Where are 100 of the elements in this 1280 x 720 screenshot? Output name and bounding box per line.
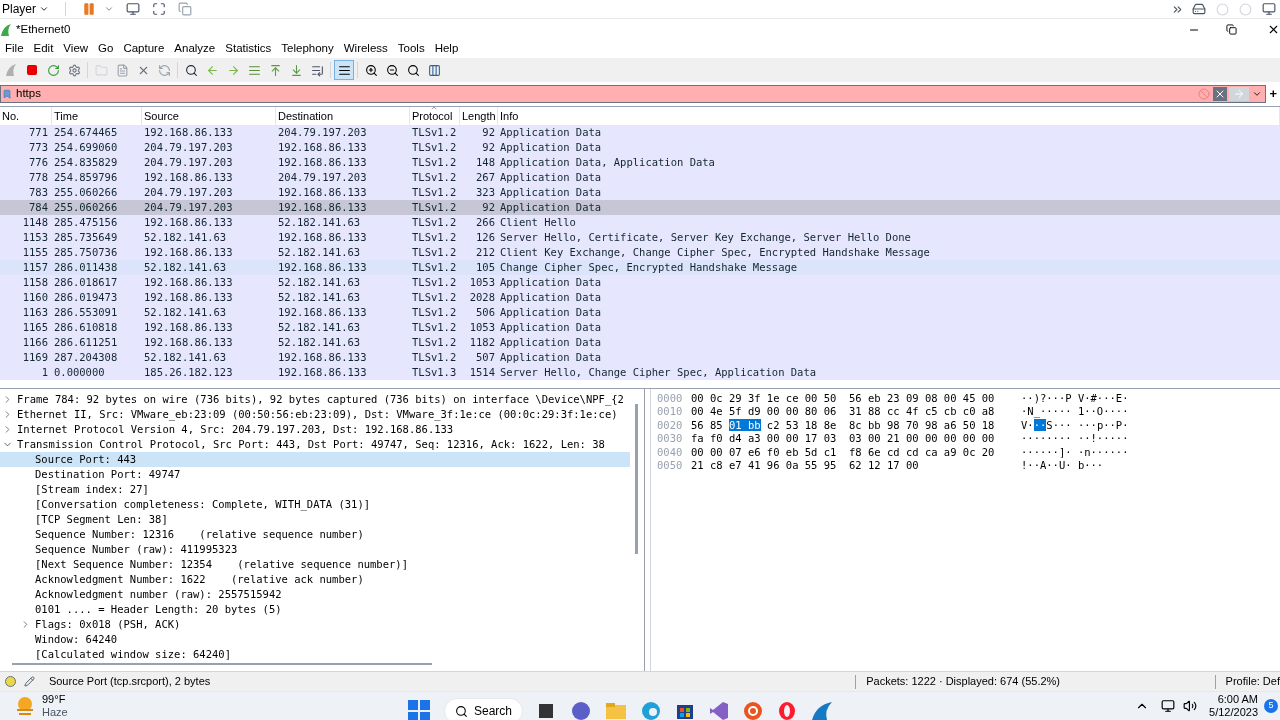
tree-item[interactable]: Acknowledgment number (raw): 2557515942 bbox=[0, 587, 630, 602]
packet-row[interactable]: 1 0.000000 185.26.182.123 192.168.86.133 TLSv1.3 1514 Server Hello, Change Cipher Spec, Application Data bbox=[0, 365, 1280, 380]
table-cell-text: TLSv1.3 bbox=[411, 364, 458, 380]
packet-row[interactable]: 1157 286.011438 52.182.141.63 192.168.86.133 TLSv1.2 105 Change Cipher Spec, Encrypted Handshake Message bbox=[0, 260, 1280, 275]
tree-item[interactable]: 0101 .... = Header Length: 20 bytes (5) bbox=[0, 602, 630, 617]
start-icon[interactable] bbox=[408, 700, 430, 720]
tree-item[interactable]: Ethernet II, Src: VMware_eb:23:09 (00:50:56:eb:23:09), Dst: VMware_3f:1e:ce (00:0c:29:3f:1e:ce) bbox=[0, 407, 630, 422]
colorize-icon[interactable] bbox=[334, 60, 354, 80]
tree-item[interactable]: [Stream index: 27] bbox=[0, 482, 630, 497]
tree-item[interactable]: Sequence Number (raw): 411995323 bbox=[0, 542, 630, 557]
ubuntu-icon[interactable] bbox=[743, 701, 764, 720]
menu-item[interactable]: View bbox=[58, 40, 94, 58]
menu-item[interactable]: Tools bbox=[392, 40, 430, 58]
tree-item[interactable]: Transmission Control Protocol, Src Port: 443, Dst Port: 49747, Seq: 12316, Ack: 1622, Len: 38 bbox=[0, 437, 630, 452]
packet-row[interactable]: 783 255.060266 204.79.197.203 192.168.86.133 TLSv1.2 323 Application Data bbox=[0, 185, 1280, 200]
tree-item[interactable]: Frame 784: 92 bytes on wire (736 bits), 92 bytes captured (736 bits) on interface \Device\NPF_{2 bbox=[0, 392, 630, 407]
close-icon[interactable] bbox=[1267, 23, 1280, 36]
menu-item[interactable]: Telephony bbox=[276, 40, 339, 58]
bookmark-icon[interactable] bbox=[2, 88, 12, 100]
tree-item[interactable]: [Conversation completeness: Complete, WITH_DATA (31)] bbox=[0, 497, 630, 512]
tree-item[interactable]: Sequence Number: 12316 (relative sequence number) bbox=[0, 527, 630, 542]
opera-icon[interactable] bbox=[777, 701, 798, 720]
chat-icon[interactable] bbox=[571, 701, 592, 720]
packet-row[interactable]: 1148 285.475156 192.168.86.133 52.182.141.63 TLSv1.2 266 Client Hello bbox=[0, 215, 1280, 230]
table-cell-text: Server Hello, Change Cipher Spec, Application Data bbox=[499, 364, 818, 380]
table-cell-text: 267 bbox=[475, 169, 496, 185]
tree-item[interactable]: Internet Protocol Version 4, Src: 204.79.197.203, Dst: 192.168.86.133 bbox=[0, 422, 630, 437]
hex-bytes: 00 4e 5f d9 00 00 80 06 31 88 cc 4f c5 cb c0 a8 bbox=[691, 404, 996, 420]
packet-row[interactable]: 771 254.674465 192.168.86.133 204.79.197.203 TLSv1.2 92 Application Data bbox=[0, 125, 1280, 140]
packet-row[interactable]: 1169 287.204308 52.182.141.63 192.168.86.133 TLSv1.2 507 Application Data bbox=[0, 350, 1280, 365]
shark-fin-icon[interactable] bbox=[811, 701, 834, 720]
packet-row[interactable]: 1165 286.610818 192.168.86.133 52.182.141.63 TLSv1.2 1053 Application Data bbox=[0, 320, 1280, 335]
tree-item[interactable]: [Next Sequence Number: 12354 (relative sequence number)] bbox=[0, 557, 630, 572]
notification-badge[interactable]: 5 bbox=[1264, 699, 1278, 713]
table-cell-text: 105 bbox=[475, 259, 496, 275]
packet-row[interactable]: 1153 285.735649 52.182.141.63 192.168.86.133 TLSv1.2 126 Server Hello, Certificate, Server Key Exchange, Server Hello Done bbox=[0, 230, 1280, 245]
network-icon[interactable] bbox=[1161, 699, 1176, 713]
table-cell-text: 1153 bbox=[21, 229, 49, 245]
dropdown-icon[interactable] bbox=[1252, 89, 1263, 99]
restore-icon[interactable] bbox=[1226, 24, 1237, 35]
temperature: 99°F bbox=[42, 693, 67, 706]
tree-item[interactable]: [Calculated window size: 64240] bbox=[0, 647, 630, 662]
fullscreen-icon[interactable] bbox=[152, 2, 166, 16]
speaker-icon[interactable] bbox=[1183, 699, 1198, 713]
table-cell-text: 285.735649 bbox=[53, 229, 119, 245]
table-cell-text: TLSv1.2 bbox=[411, 184, 458, 200]
table-cell-text: 192.168.86.133 bbox=[143, 124, 234, 140]
menu-item[interactable]: Edit bbox=[28, 40, 59, 58]
table-cell-text: 255.060266 bbox=[53, 199, 119, 215]
menu-item[interactable]: File bbox=[0, 40, 29, 58]
menu-item[interactable]: Wireless bbox=[338, 40, 393, 58]
scrollbar[interactable] bbox=[12, 663, 432, 665]
ascii-bytes: !··A··U· b··· bbox=[1021, 458, 1104, 474]
browser-icon[interactable] bbox=[641, 701, 662, 720]
offset: 0010 bbox=[656, 404, 684, 420]
menu-item[interactable]: Analyze bbox=[169, 40, 221, 58]
menu-item[interactable]: Go bbox=[93, 40, 119, 58]
packet-row[interactable]: 1160 286.019473 192.168.86.133 52.182.141.63 TLSv1.2 2028 Application Data bbox=[0, 290, 1280, 305]
caret-icon[interactable] bbox=[104, 4, 114, 14]
tree-item[interactable]: Window: 64240 bbox=[0, 632, 630, 647]
packet-row[interactable]: 1166 286.611251 192.168.86.133 52.182.141.63 TLSv1.2 1182 Application Data bbox=[0, 335, 1280, 350]
folder-icon[interactable] bbox=[605, 702, 628, 720]
packet-row[interactable]: 1155 285.750736 192.168.86.133 52.182.141.63 TLSv1.2 212 Client Key Exchange, Change Cipher Spec, Encrypted Handshake Message bbox=[0, 245, 1280, 260]
packet-row[interactable]: 1158 286.018617 192.168.86.133 52.182.141.63 TLSv1.2 1053 Application Data bbox=[0, 275, 1280, 290]
packet-row[interactable]: 778 254.859796 192.168.86.133 204.79.197.203 TLSv1.2 267 Application Data bbox=[0, 170, 1280, 185]
add-button[interactable]: + bbox=[1266, 84, 1280, 104]
tree-item[interactable]: [TCP Segment Len: 38] bbox=[0, 512, 630, 527]
tree-item[interactable]: Destination Port: 49747 bbox=[0, 467, 630, 482]
table-cell-text: 776 bbox=[28, 154, 49, 170]
packet-row[interactable]: 776 254.835829 204.79.197.203 192.168.86.133 TLSv1.2 148 Application Data, Application Data bbox=[0, 155, 1280, 170]
packet-row[interactable]: 773 254.699060 204.79.197.203 192.168.86.133 TLSv1.2 92 Application Data bbox=[0, 140, 1280, 155]
table-cell-text: Application Data, Application Data bbox=[499, 154, 716, 170]
visual-studio-icon[interactable] bbox=[709, 701, 730, 720]
packet-row[interactable]: 784 255.060266 204.79.197.203 192.168.86.133 TLSv1.2 92 Application Data bbox=[0, 200, 1280, 215]
menu-item[interactable]: Statistics bbox=[220, 40, 277, 58]
table-cell-text: 1514 bbox=[468, 364, 496, 380]
table-cell-text: 254.859796 bbox=[53, 169, 119, 185]
table-cell-text: 771 bbox=[28, 124, 49, 140]
table-cell-text: TLSv1.2 bbox=[411, 274, 458, 290]
search-button[interactable]: Search bbox=[444, 698, 524, 720]
tree-item[interactable]: Flags: 0x018 (PSH, ACK) bbox=[0, 617, 630, 632]
player-menu[interactable]: Player bbox=[0, 0, 49, 18]
menu-item[interactable]: Capture bbox=[118, 40, 170, 58]
hex-bytes: 21 c8 e7 41 96 0a 55 95 62 12 17 00 bbox=[691, 458, 920, 474]
packet-row[interactable]: 1163 286.553091 52.182.141.63 192.168.86.133 TLSv1.2 506 Application Data bbox=[0, 305, 1280, 320]
menu-item[interactable]: Help bbox=[429, 40, 464, 58]
pause-icon[interactable] bbox=[82, 2, 96, 16]
status-icon[interactable] bbox=[5, 676, 16, 687]
scrollbar[interactable] bbox=[635, 404, 638, 554]
table-cell-text: 192.168.86.133 bbox=[277, 199, 368, 215]
table-cell-text: TLSv1.2 bbox=[411, 244, 458, 260]
clock-date: 5/12/2023 bbox=[1209, 706, 1258, 719]
drive-icon[interactable] bbox=[1192, 2, 1206, 16]
tree-item[interactable]: Acknowledgment Number: 1622 (relative ack number) bbox=[0, 572, 630, 587]
offset: 0020 bbox=[656, 417, 684, 433]
close-button[interactable] bbox=[1213, 87, 1228, 101]
table-cell-text: 52.182.141.63 bbox=[277, 289, 362, 305]
tree-item[interactable]: Source Port: 443 bbox=[0, 452, 630, 467]
edit-icon[interactable] bbox=[23, 676, 35, 687]
offset: 0040 bbox=[656, 444, 684, 460]
